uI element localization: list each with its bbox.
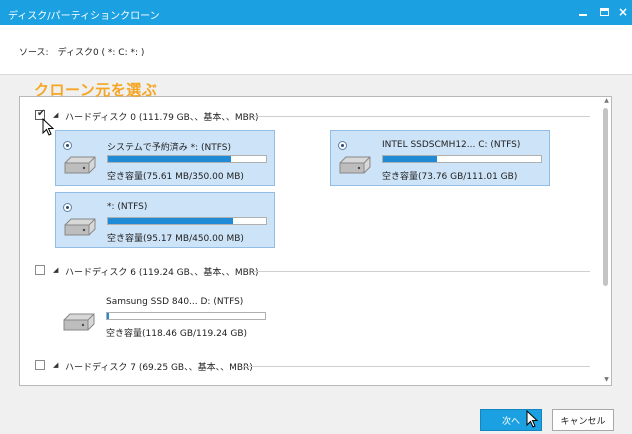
partition-unlettered[interactable]: *: (NTFS) 空き容量(95.17 MB/450.00 MB) (55, 192, 275, 248)
disk-0-label: ハードディスク 0 (111.79 GB、、基本、、MBR) (65, 113, 259, 123)
title-bar: ディスク/パーティションクローン × (0, 0, 632, 25)
radio-dot-icon (66, 206, 69, 209)
partition-name: システムで予約済み *: (NTFS) (107, 143, 231, 153)
collapse-triangle-icon[interactable]: ◢ (53, 361, 58, 369)
source-bar: ソース: ディスク0 ( *: C: *: ) (0, 25, 632, 75)
divider (253, 271, 590, 272)
mouse-cursor-icon (42, 118, 54, 136)
disk-6-header: ◢ ハードディスク 6 (119.24 GB、、基本、、MBR) (35, 264, 595, 278)
radio-dot-icon (341, 144, 344, 147)
usage-bar (107, 217, 267, 225)
close-icon: × (617, 5, 629, 19)
hard-drive-icon (64, 218, 96, 236)
partition-radio[interactable] (338, 141, 347, 150)
scroll-down-arrow-icon[interactable]: ▼ (603, 377, 610, 383)
free-space-label: 空き容量(73.76 GB/111.01 GB) (382, 172, 518, 182)
minimize-icon (579, 14, 587, 16)
usage-bar-fill (108, 156, 232, 162)
maximize-icon (599, 8, 609, 16)
divider (243, 366, 590, 367)
hard-drive-icon (64, 156, 96, 174)
usage-bar (107, 155, 267, 163)
usage-bar-fill (383, 156, 437, 162)
partition-radio[interactable] (63, 203, 72, 212)
scrollbar-thumb[interactable] (603, 108, 608, 286)
usage-bar (106, 312, 266, 320)
mouse-cursor-icon (526, 410, 538, 428)
free-space-label: 空き容量(118.46 GB/119.24 GB) (106, 329, 248, 339)
disk-6-label: ハードディスク 6 (119.24 GB、、基本、、MBR) (65, 268, 259, 278)
close-button[interactable]: × (616, 5, 630, 19)
hard-drive-icon (63, 313, 95, 331)
usage-bar-fill (108, 218, 233, 224)
divider (253, 116, 590, 117)
disk-7-checkbox[interactable] (35, 360, 45, 370)
partition-samsung-ssd[interactable]: Samsung SSD 840... D: (NTFS) 空き容量(118.46… (55, 288, 275, 344)
partition-intel-ssd[interactable]: INTEL SSDSCMH12... C: (NTFS) 空き容量(73.76 … (330, 130, 550, 186)
partition-name: *: (NTFS) (107, 202, 148, 212)
collapse-triangle-icon[interactable]: ◢ (53, 266, 58, 274)
partition-name: INTEL SSDSCMH12... C: (NTFS) (382, 140, 521, 150)
overlay-title: クローン元を選ぶ (34, 81, 158, 99)
source-label: ソース: ディスク0 ( *: C: *: ) (19, 48, 145, 58)
free-space-label: 空き容量(75.61 MB/350.00 MB) (107, 172, 244, 182)
maximize-button[interactable] (597, 5, 611, 19)
minimize-button[interactable] (576, 5, 590, 19)
disk-6-checkbox[interactable] (35, 265, 45, 275)
hard-drive-icon (339, 156, 371, 174)
usage-bar-fill (107, 313, 109, 319)
free-space-label: 空き容量(95.17 MB/450.00 MB) (107, 234, 244, 244)
disk-list-panel: ✔ ◢ ハードディスク 0 (111.79 GB、、基本、、MBR) システムで… (19, 96, 612, 386)
partition-system-reserved[interactable]: システムで予約済み *: (NTFS) 空き容量(75.61 MB/350.00… (55, 130, 275, 186)
usage-bar (382, 155, 542, 163)
window-title: ディスク/パーティションクローン (8, 11, 160, 22)
disk-0-header: ✔ ◢ ハードディスク 0 (111.79 GB、、基本、、MBR) (35, 108, 595, 123)
disk-7-header: ◢ ハードディスク 7 (69.25 GB、、基本、、MBR) (35, 359, 595, 373)
radio-dot-icon (66, 144, 69, 147)
scroll-up-arrow-icon[interactable]: ▲ (603, 98, 610, 104)
partition-radio[interactable] (63, 141, 72, 150)
disk-7-label: ハードディスク 7 (69.25 GB、、基本、、MBR) (65, 363, 253, 373)
cancel-button[interactable]: キャンセル (552, 409, 614, 431)
partition-name: Samsung SSD 840... D: (NTFS) (106, 297, 244, 307)
